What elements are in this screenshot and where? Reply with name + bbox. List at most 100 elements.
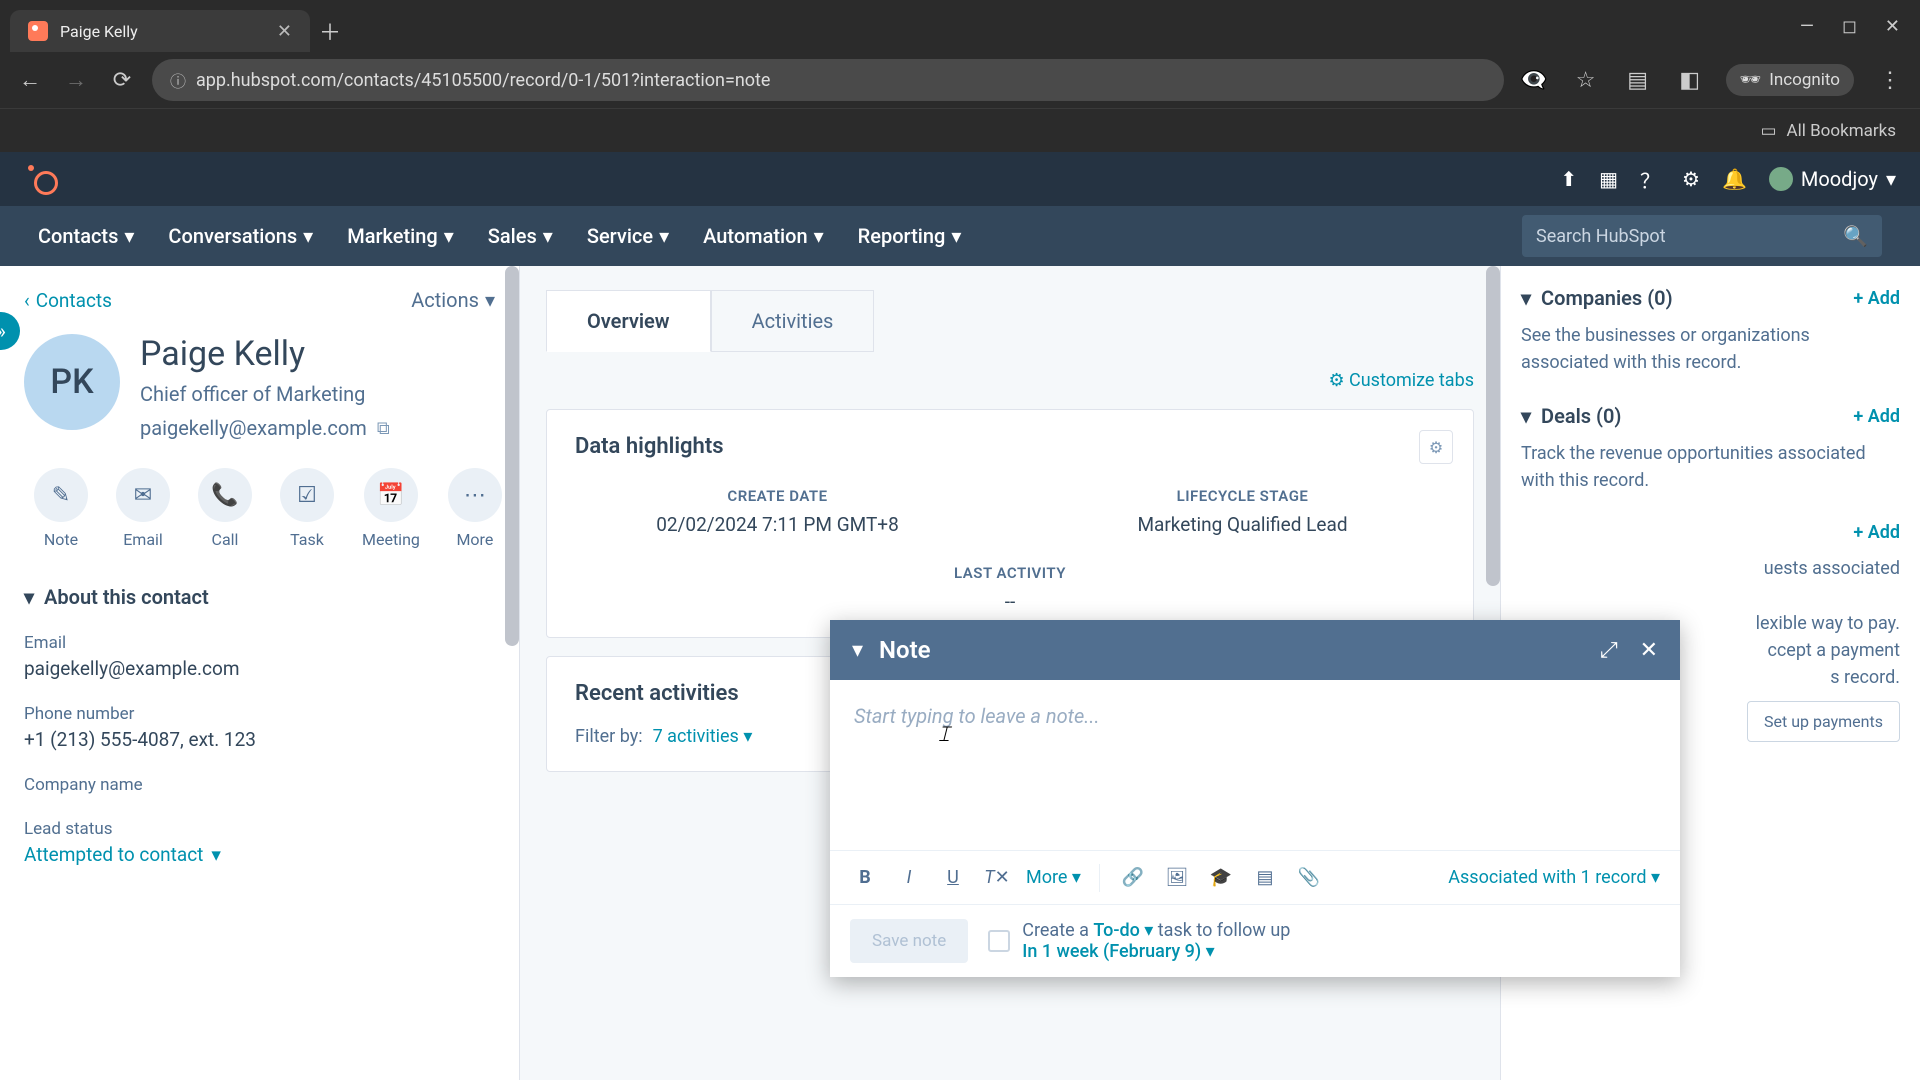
- upgrade-icon[interactable]: ⬆: [1560, 167, 1577, 191]
- search-input[interactable]: Search HubSpot 🔍: [1522, 215, 1882, 257]
- contact-avatar[interactable]: PK: [24, 334, 120, 430]
- nav-marketing[interactable]: Marketing ▾: [347, 224, 454, 248]
- expand-note-icon[interactable]: ⤢: [1600, 638, 1618, 663]
- tab-overview[interactable]: Overview: [546, 290, 711, 352]
- underline-button[interactable]: U: [938, 867, 968, 888]
- attach-file-icon[interactable]: 📎: [1294, 867, 1324, 888]
- add-company-button[interactable]: + Add: [1853, 288, 1900, 309]
- about-section-toggle[interactable]: ▾ About this contact: [24, 585, 495, 609]
- action-more[interactable]: ⋯More: [448, 468, 502, 549]
- bookmarks-folder-icon[interactable]: ▭: [1760, 121, 1776, 141]
- filter-activities-dropdown[interactable]: 7 activities ▾: [653, 726, 753, 747]
- task-follow-label: task to follow up: [1158, 920, 1291, 941]
- card-settings-icon[interactable]: ⚙: [1419, 430, 1453, 464]
- nav-sales[interactable]: Sales ▾: [488, 224, 553, 248]
- notifications-bell-icon[interactable]: 🔔: [1722, 167, 1747, 191]
- deals-panel-toggle[interactable]: ▾ Deals (0) + Add: [1521, 404, 1900, 428]
- close-tab-icon[interactable]: ✕: [277, 21, 292, 42]
- insert-link-icon[interactable]: 🔗: [1118, 867, 1148, 888]
- filter-by-label: Filter by:: [575, 726, 643, 747]
- forward-icon[interactable]: →: [60, 64, 92, 96]
- bold-button[interactable]: B: [850, 867, 880, 888]
- phone-value[interactable]: +1 (213) 555-4087, ext. 123: [24, 728, 495, 751]
- close-note-icon[interactable]: ✕: [1640, 638, 1658, 663]
- insert-snippet-icon[interactable]: 🎓: [1206, 867, 1236, 888]
- maximize-icon[interactable]: ◻: [1842, 16, 1857, 37]
- incognito-chip[interactable]: 🕶 Incognito: [1726, 64, 1854, 96]
- more-format-dropdown[interactable]: More ▾: [1026, 867, 1081, 888]
- bookmark-star-icon[interactable]: ☆: [1570, 64, 1602, 96]
- contact-email: paigekelly@example.com: [140, 416, 367, 440]
- nav-conversations[interactable]: Conversations ▾: [168, 224, 313, 248]
- incognito-icon: 🕶: [1740, 70, 1762, 90]
- lifecycle-label: LIFECYCLE STAGE: [1040, 487, 1445, 505]
- side-panel-icon[interactable]: ◧: [1674, 64, 1706, 96]
- add-deal-button[interactable]: + Add: [1853, 406, 1900, 427]
- nav-reporting[interactable]: Reporting ▾: [858, 224, 962, 248]
- new-tab-button[interactable]: ＋: [314, 15, 346, 47]
- browser-tab[interactable]: Paige Kelly ✕: [10, 10, 310, 52]
- note-placeholder: Start typing to leave a note...: [854, 704, 1100, 728]
- site-info-icon[interactable]: ⓘ: [170, 68, 186, 92]
- note-textarea[interactable]: Start typing to leave a note... 𝙸: [830, 680, 1680, 850]
- scrollbar[interactable]: [1486, 266, 1500, 586]
- copy-icon[interactable]: ⧉: [377, 418, 390, 439]
- nav-contacts[interactable]: Contacts ▾: [38, 224, 134, 248]
- associated-records-dropdown[interactable]: Associated with 1 record ▾: [1448, 867, 1660, 888]
- lead-status-dropdown[interactable]: Attempted to contact ▾: [24, 843, 221, 866]
- action-email[interactable]: ✉Email: [116, 468, 170, 549]
- companies-body: See the businesses or organizations asso…: [1521, 322, 1900, 376]
- eye-off-icon[interactable]: 👁‍🗨: [1518, 64, 1550, 96]
- create-date-value: 02/02/2024 7:11 PM GMT+8: [575, 513, 980, 536]
- add-ticket-button[interactable]: + Add: [1853, 522, 1900, 543]
- due-date-dropdown[interactable]: In 1 week (February 9) ▾: [1022, 941, 1214, 962]
- contact-title: Chief officer of Marketing: [140, 382, 390, 406]
- back-to-contacts[interactable]: ‹ Contacts: [24, 288, 112, 312]
- hubspot-logo[interactable]: [24, 161, 60, 197]
- incognito-label: Incognito: [1769, 70, 1840, 90]
- action-meeting[interactable]: 📅Meeting: [362, 468, 420, 549]
- close-window-icon[interactable]: ✕: [1885, 16, 1900, 37]
- actions-dropdown[interactable]: Actions ▾: [411, 288, 495, 312]
- clear-format-button[interactable]: T✕: [982, 867, 1012, 888]
- action-note[interactable]: ✎Note: [34, 468, 88, 549]
- account-menu[interactable]: Moodjoy ▾: [1769, 167, 1896, 191]
- tab-activities[interactable]: Activities: [711, 290, 875, 352]
- email-icon: ✉: [134, 483, 152, 508]
- italic-button[interactable]: I: [894, 867, 924, 888]
- contact-sidebar: ‹ Contacts Actions ▾ PK Paige Kelly Chie…: [0, 266, 520, 1080]
- contact-name: Paige Kelly: [140, 334, 390, 374]
- reading-list-icon[interactable]: ▤: [1622, 64, 1654, 96]
- create-todo-checkbox[interactable]: [988, 930, 1010, 952]
- insert-image-icon[interactable]: 🖼: [1162, 867, 1192, 888]
- hubspot-favicon: [28, 21, 48, 41]
- scrollbar[interactable]: [505, 266, 519, 646]
- save-note-button[interactable]: Save note: [850, 919, 968, 963]
- help-icon[interactable]: ？: [1640, 165, 1660, 194]
- customize-tabs-link[interactable]: ⚙ Customize tabs: [546, 370, 1474, 391]
- companies-panel-toggle[interactable]: ▾ Companies (0) + Add: [1521, 286, 1900, 310]
- marketplace-icon[interactable]: ▦: [1599, 167, 1618, 191]
- all-bookmarks-label[interactable]: All Bookmarks: [1787, 121, 1896, 141]
- setup-payments-button[interactable]: Set up payments: [1747, 701, 1900, 742]
- action-task[interactable]: ☑Task: [280, 468, 334, 549]
- create-a-label: Create a: [1022, 920, 1093, 941]
- nav-service[interactable]: Service ▾: [587, 224, 669, 248]
- settings-gear-icon[interactable]: ⚙: [1682, 167, 1700, 191]
- phone-icon: 📞: [211, 483, 238, 508]
- back-icon[interactable]: ←: [14, 64, 46, 96]
- data-highlights-card: Data highlights ⚙ CREATE DATE 02/02/2024…: [546, 409, 1474, 638]
- insert-doc-icon[interactable]: ▤: [1250, 867, 1280, 888]
- minimize-icon[interactable]: —: [1800, 16, 1814, 37]
- email-label: Email: [24, 633, 495, 653]
- menu-dots-icon[interactable]: ⋮: [1874, 64, 1906, 96]
- email-value[interactable]: paigekelly@example.com: [24, 657, 495, 680]
- nav-automation[interactable]: Automation ▾: [703, 224, 824, 248]
- reload-icon[interactable]: ⟳: [106, 64, 138, 96]
- search-icon[interactable]: 🔍: [1843, 224, 1868, 248]
- action-call[interactable]: 📞Call: [198, 468, 252, 549]
- hubspot-topbar: ⬆ ▦ ？ ⚙ 🔔 Moodjoy ▾: [0, 152, 1920, 206]
- task-type-dropdown[interactable]: To-do ▾: [1093, 920, 1153, 941]
- collapse-note-icon[interactable]: ▾: [852, 638, 863, 663]
- address-bar[interactable]: ⓘ app.hubspot.com/contacts/45105500/reco…: [152, 59, 1504, 101]
